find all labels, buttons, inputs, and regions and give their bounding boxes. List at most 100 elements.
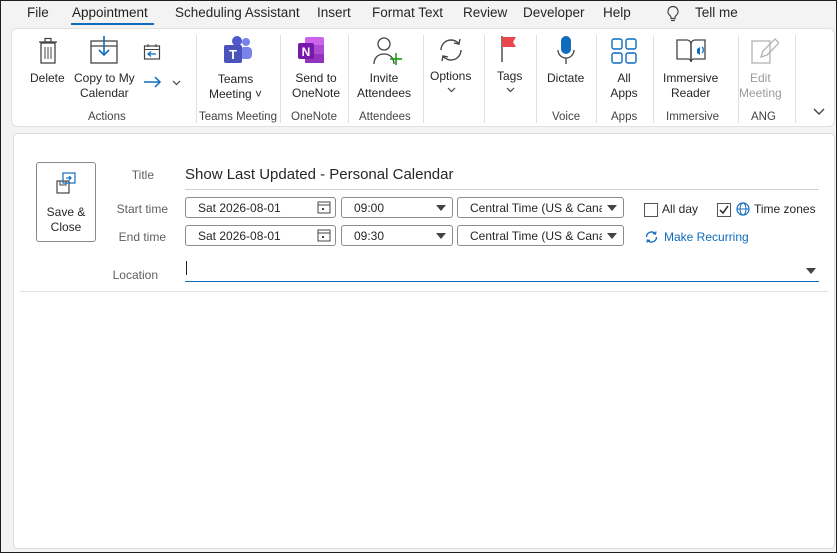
save-close-icon (56, 172, 76, 194)
actions-group-label: Actions (88, 111, 126, 123)
end-time-dropdown[interactable]: 09:30 (341, 225, 453, 246)
microphone-icon (557, 36, 575, 64)
end-time-value: 09:30 (354, 229, 385, 243)
title-input[interactable]: Show Last Updated - Personal Calendar (185, 166, 454, 183)
start-time-label: Start time (116, 202, 168, 216)
end-date-field[interactable]: Sat 2026-08-01 (185, 225, 336, 246)
chevron-down-icon[interactable] (172, 80, 181, 86)
immersive-reader-icon (676, 39, 706, 63)
group-separator (280, 35, 281, 123)
add-person-icon (373, 37, 402, 65)
group-separator (795, 35, 796, 123)
tab-appointment[interactable]: Appointment (72, 5, 148, 20)
lightbulb-icon[interactable] (665, 5, 681, 23)
onenote-icon: N (298, 37, 324, 63)
chevron-down-icon[interactable] (806, 268, 816, 274)
flag-icon (501, 36, 516, 62)
svg-text:T: T (229, 47, 237, 62)
calendar-icon[interactable] (317, 200, 331, 214)
menu-bar: File Appointment Scheduling Assistant In… (1, 1, 836, 27)
group-separator (536, 35, 537, 123)
tab-file[interactable]: File (27, 5, 49, 20)
time-zones-checkbox[interactable] (717, 203, 731, 217)
chevron-down-icon (607, 205, 617, 211)
ribbon: Delete Copy to My Calendar Actions T Tea… (11, 28, 835, 127)
svg-text:N: N (302, 45, 311, 59)
chevron-down-icon (436, 233, 446, 239)
start-date-value: Sat 2026-08-01 (198, 201, 281, 215)
group-separator (423, 35, 424, 123)
active-tab-indicator (71, 23, 154, 25)
tab-help[interactable]: Help (603, 5, 631, 20)
delete-label: Delete (30, 71, 65, 85)
checkmark-icon (719, 205, 729, 215)
tab-scheduling-assistant[interactable]: Scheduling Assistant (175, 5, 300, 20)
ang-group-label: ANG (751, 111, 776, 123)
text-caret (186, 261, 187, 275)
time-zones-label: Time zones (754, 202, 816, 216)
calendar-forward-icon[interactable] (143, 43, 161, 61)
refresh-options-icon (440, 38, 462, 62)
all-day-label: All day (662, 202, 699, 216)
apps-grid-icon (611, 38, 637, 64)
start-time-dropdown[interactable]: 09:00 (341, 197, 453, 218)
chevron-down-icon (607, 233, 617, 239)
tab-format-text[interactable]: Format Text (372, 5, 443, 20)
options-label: Options (430, 69, 472, 83)
location-label: Location (112, 268, 158, 282)
start-timezone-dropdown[interactable]: Central Time (US & Canada) (457, 197, 624, 218)
appointment-window: File Appointment Scheduling Assistant In… (0, 0, 837, 553)
copy-to-calendar-label: Copy to My Calendar (74, 71, 135, 100)
tab-review[interactable]: Review (463, 5, 507, 20)
location-underline (185, 281, 819, 282)
appointment-form: Save & Close Title Show Last Updated - P… (13, 133, 835, 549)
end-timezone-value: Central Time (US & Canada) (470, 229, 602, 243)
voice-group-label: Voice (552, 111, 581, 123)
calendar-copy-icon (90, 36, 118, 64)
save-close-label: Save & Close (46, 205, 86, 234)
edit-pencil-icon (751, 38, 779, 64)
send-to-onenote-label: Send to OneNote (292, 71, 341, 100)
immersive-reader-label: Immersive Reader (663, 71, 719, 100)
end-date-value: Sat 2026-08-01 (198, 229, 281, 243)
all-apps-label: All Apps (610, 71, 638, 100)
attendees-group-label: Attendees (359, 111, 411, 123)
group-separator (653, 35, 654, 123)
end-timezone-dropdown[interactable]: Central Time (US & Canada) (457, 225, 624, 246)
title-underline (185, 189, 819, 190)
teams-icon: T (224, 36, 252, 63)
group-separator (348, 35, 349, 123)
teams-group-label: Teams Meeting (199, 111, 277, 123)
globe-icon (736, 202, 750, 216)
group-separator (596, 35, 597, 123)
edit-meeting-label: Edit Meeting (739, 71, 782, 100)
invite-attendees-label: Invite Attendees (357, 71, 412, 100)
save-close-button[interactable]: Save & Close (36, 162, 96, 242)
ribbon-expand-chevron-icon[interactable] (812, 105, 826, 119)
apps-group-label: Apps (611, 111, 638, 123)
group-separator (484, 35, 485, 123)
onenote-group-label: OneNote (291, 111, 338, 123)
recurring-icon (645, 231, 658, 243)
start-timezone-value: Central Time (US & Canada) (470, 201, 602, 215)
end-time-label: End time (118, 230, 166, 244)
group-separator (196, 35, 197, 123)
immersive-group-label: Immersive (666, 111, 720, 123)
teams-meeting-label: Teams Meeting ˅ (209, 72, 263, 101)
start-time-value: 09:00 (354, 201, 385, 215)
chevron-down-icon (436, 205, 446, 211)
forward-arrow-icon[interactable] (143, 75, 163, 89)
title-label: Title (131, 168, 154, 182)
chevron-down-icon (447, 87, 456, 93)
start-date-field[interactable]: Sat 2026-08-01 (185, 197, 336, 218)
calendar-icon[interactable] (317, 228, 331, 242)
trash-icon (39, 37, 57, 64)
tell-me-search[interactable]: Tell me (695, 5, 738, 20)
notes-body-area[interactable] (20, 292, 828, 542)
tags-label: Tags (497, 69, 523, 83)
all-day-checkbox[interactable] (644, 203, 658, 217)
chevron-down-icon (506, 87, 515, 93)
dictate-label: Dictate (547, 71, 585, 85)
tab-developer[interactable]: Developer (523, 5, 585, 20)
tab-insert[interactable]: Insert (317, 5, 351, 20)
